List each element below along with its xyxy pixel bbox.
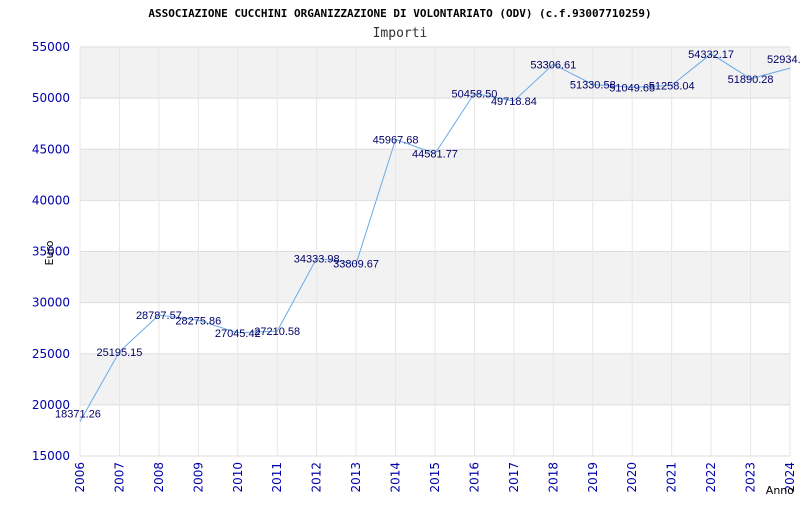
chart-title: ASSOCIAZIONE CUCCHINI ORGANIZZAZIONE DI … xyxy=(148,7,651,20)
x-tick-label: 2017 xyxy=(507,462,521,493)
x-tick-label: 2019 xyxy=(586,462,600,493)
data-label: 53306.61 xyxy=(530,59,576,71)
y-axis-label: Euro xyxy=(43,240,56,265)
line-chart: ASSOCIAZIONE CUCCHINI ORGANIZZAZIONE DI … xyxy=(32,7,800,497)
x-tick-label: 2018 xyxy=(546,462,560,493)
y-tick-label: 25000 xyxy=(32,347,70,361)
x-tick-label: 2021 xyxy=(665,462,679,493)
x-axis-label: Anno xyxy=(766,484,794,497)
data-label: 51890.28 xyxy=(728,74,774,86)
x-tick-label: 2011 xyxy=(270,462,284,493)
x-tick-label: 2008 xyxy=(152,462,166,493)
x-tick-label: 2022 xyxy=(704,462,718,493)
data-label: 18371.26 xyxy=(55,409,101,421)
x-tick-label: 2013 xyxy=(349,462,363,493)
y-tick-label: 50000 xyxy=(32,91,70,105)
data-label: 52934.1 xyxy=(767,54,800,66)
data-label: 28275.86 xyxy=(175,315,221,327)
data-label: 33809.67 xyxy=(333,259,379,271)
data-label: 54332.17 xyxy=(688,49,734,61)
y-tick-label: 30000 xyxy=(32,296,70,310)
x-tick-label: 2016 xyxy=(467,462,481,493)
data-label: 44581.77 xyxy=(412,149,458,161)
data-label: 25195.15 xyxy=(96,347,142,359)
data-label: 27210.58 xyxy=(254,326,300,338)
x-tick-label: 2023 xyxy=(744,462,758,493)
x-tick-label: 2012 xyxy=(310,462,324,493)
y-tick-label: 45000 xyxy=(32,142,70,156)
x-axis-ticks: 2006 2007 2008 2009 2010 2011 2012 2013 2014 2015… xyxy=(73,462,797,493)
chart-root: ASSOCIAZIONE CUCCHINI ORGANIZZAZIONE DI … xyxy=(0,0,800,500)
y-tick-label: 40000 xyxy=(32,193,70,207)
x-tick-label: 2007 xyxy=(112,462,126,493)
y-tick-label: 15000 xyxy=(32,449,70,463)
chart-subtitle: Importi xyxy=(373,26,428,41)
y-tick-label: 55000 xyxy=(32,40,70,54)
x-tick-label: 2015 xyxy=(428,462,442,493)
x-tick-label: 2010 xyxy=(231,462,245,493)
x-tick-label: 2020 xyxy=(625,462,639,493)
x-tick-label: 2009 xyxy=(191,462,205,493)
x-tick-label: 2006 xyxy=(73,462,87,493)
data-label: 49718.84 xyxy=(491,96,537,108)
data-label: 51258.04 xyxy=(649,80,695,92)
x-tick-label: 2014 xyxy=(389,462,403,493)
data-label: 45967.68 xyxy=(373,134,419,146)
